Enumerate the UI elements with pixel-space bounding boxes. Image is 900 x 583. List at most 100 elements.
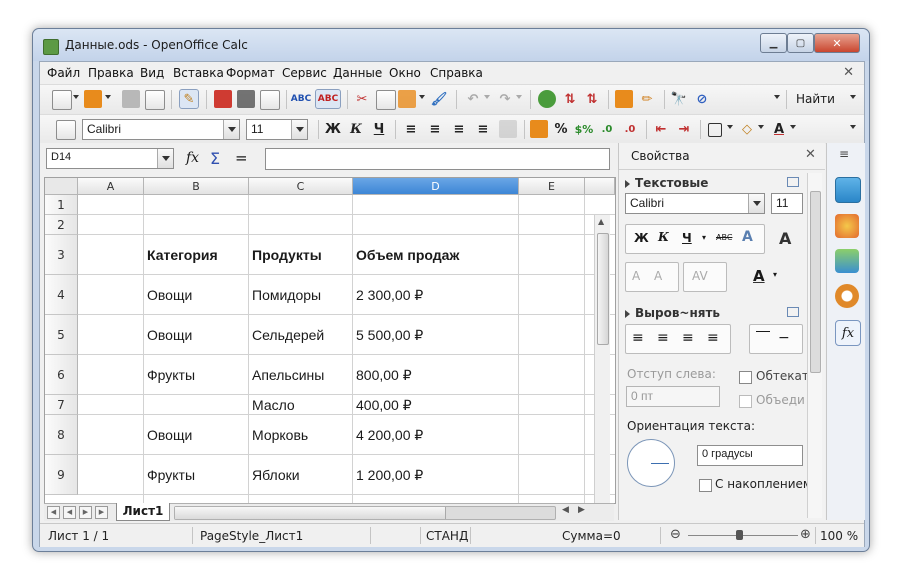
styles-deck-icon[interactable] (835, 214, 859, 238)
sidebar-align-right-icon[interactable]: ≡ (682, 330, 694, 346)
save-icon[interactable] (122, 90, 140, 108)
increase-indent-icon[interactable]: ⇥ (675, 120, 693, 138)
sidebar-scrollbar[interactable] (807, 173, 822, 518)
chevron-down-icon[interactable] (748, 194, 764, 213)
function-wizard-icon[interactable]: fx (186, 150, 199, 166)
standard-format-icon[interactable]: $% (575, 120, 594, 138)
chevron-down-icon[interactable] (157, 149, 173, 168)
stacked-checkbox[interactable] (699, 479, 712, 492)
status-mode[interactable]: СТАНД (426, 529, 468, 543)
scroll-right-icon[interactable]: ▶ (578, 505, 585, 515)
cell-b7[interactable] (144, 395, 248, 415)
menu-help[interactable]: Справка (430, 66, 483, 80)
chevron-down-icon[interactable] (850, 95, 856, 99)
row-header-5[interactable]: 5 (45, 315, 78, 355)
document-close-icon[interactable]: ✕ (843, 65, 854, 80)
vertical-scrollbar[interactable]: ▲ ▼ (594, 215, 610, 520)
sidebar-font-size-combo[interactable]: 11 (771, 193, 803, 214)
row-header-7[interactable]: 7 (45, 395, 78, 415)
cell-b6[interactable]: Фрукты (144, 355, 248, 395)
cell-d6[interactable]: 800,00 ₽ (353, 355, 518, 395)
formula-input[interactable] (265, 148, 610, 170)
align-left-icon[interactable]: ≡ (402, 120, 420, 138)
undo-icon[interactable]: ↶ (464, 90, 482, 108)
underline-button[interactable]: Ч (370, 120, 388, 138)
sidebar-scroll-thumb[interactable] (810, 191, 821, 373)
zoom-in-icon[interactable]: ⊕ (800, 527, 811, 542)
column-header-b[interactable]: B (144, 178, 249, 195)
sidebar-align-center-icon[interactable]: ≡ (657, 330, 669, 346)
borders-icon[interactable] (708, 123, 722, 137)
prev-sheet-icon[interactable]: ◀ (63, 506, 76, 519)
toolbar-overflow-icon[interactable] (774, 95, 780, 99)
chevron-down-icon[interactable] (419, 95, 425, 99)
autospellcheck-icon[interactable]: ABC (315, 89, 341, 109)
vertical-scroll-thumb[interactable] (597, 233, 609, 345)
zoom-slider-thumb[interactable] (736, 530, 743, 540)
scroll-left-icon[interactable]: ◀ (562, 505, 569, 515)
font-size-combo[interactable]: 11 (246, 119, 308, 140)
align-center-icon[interactable]: ≡ (426, 120, 444, 138)
sheet-tab[interactable]: Лист1 (116, 503, 170, 521)
collapse-icon[interactable] (625, 179, 630, 188)
first-sheet-icon[interactable]: ◀ (47, 506, 60, 519)
zoom-out-icon[interactable]: ⊖ (670, 527, 681, 542)
function-equals-icon[interactable]: = (235, 149, 248, 167)
column-header-c[interactable]: C (249, 178, 353, 195)
row-header-3[interactable]: 3 (45, 235, 78, 275)
cell-c3[interactable]: Продукты (249, 235, 352, 275)
print-preview-icon[interactable] (260, 90, 280, 110)
cut-icon[interactable]: ✂ (353, 90, 371, 108)
sidebar-underline-button[interactable]: Ч (682, 231, 692, 245)
cell-d7[interactable]: 400,00 ₽ (353, 395, 518, 415)
orientation-degrees-input[interactable]: 0 градусы (697, 445, 803, 466)
select-all-corner[interactable] (45, 178, 78, 195)
status-zoom[interactable]: 100 % (820, 529, 858, 543)
sidebar-italic-button[interactable]: К (658, 230, 669, 244)
edit-mode-icon[interactable]: ✎ (179, 89, 199, 109)
chevron-down-icon[interactable]: ▾ (773, 270, 777, 279)
clone-format-icon[interactable]: 🖌 (430, 90, 448, 108)
scroll-up-icon[interactable]: ▲ (598, 217, 604, 226)
maximize-button[interactable]: ▢ (787, 33, 814, 53)
gallery-deck-icon[interactable] (835, 249, 859, 273)
cell-c4[interactable]: Помидоры (249, 275, 352, 315)
name-box[interactable]: D14 (46, 148, 174, 169)
character-spacing-icon[interactable]: AV (692, 269, 708, 283)
chevron-down-icon[interactable] (790, 125, 796, 129)
toolbar-overflow-icon[interactable] (850, 125, 856, 129)
chevron-down-icon[interactable] (223, 120, 239, 139)
cell-d8[interactable]: 4 200,00 ₽ (353, 415, 518, 455)
chevron-down-icon[interactable] (105, 95, 111, 99)
cell-b4[interactable]: Овощи (144, 275, 248, 315)
sidebar-close-icon[interactable]: ✕ (805, 147, 816, 162)
chart-icon[interactable] (615, 90, 633, 108)
merge-cells-icon[interactable] (499, 120, 517, 138)
last-sheet-icon[interactable]: ▶ (95, 506, 108, 519)
column-header-f[interactable] (585, 178, 615, 195)
cell-d4[interactable]: 2 300,00 ₽ (353, 275, 518, 315)
column-header-e[interactable]: E (519, 178, 585, 195)
align-top-icon[interactable]: ⎺ (756, 330, 770, 346)
email-icon[interactable] (145, 90, 165, 110)
properties-deck-icon[interactable] (835, 177, 861, 203)
add-decimal-icon[interactable]: .0 (598, 120, 616, 138)
italic-button[interactable]: К (347, 120, 365, 138)
table-row[interactable] (78, 195, 615, 215)
shrink-font-icon[interactable]: A (654, 269, 662, 283)
next-sheet-icon[interactable]: ▶ (79, 506, 92, 519)
background-color-icon[interactable]: ◇ (738, 120, 756, 138)
shadow-icon[interactable]: A (742, 229, 753, 245)
spellcheck-icon[interactable]: ABC (291, 90, 311, 108)
chevron-down-icon[interactable] (727, 125, 733, 129)
alignment-section-header[interactable]: Выров~нять (625, 306, 720, 320)
font-name-combo[interactable]: Calibri (82, 119, 240, 140)
menu-view[interactable]: Вид (140, 66, 164, 80)
menu-edit[interactable]: Правка (88, 66, 134, 80)
zoom-slider[interactable] (688, 535, 798, 536)
justify-icon[interactable]: ≡ (474, 120, 492, 138)
more-options-icon[interactable] (787, 177, 799, 187)
strikethrough-icon[interactable]: ABC (716, 233, 732, 242)
decrease-indent-icon[interactable]: ⇤ (652, 120, 670, 138)
percent-format-button[interactable]: % (552, 120, 570, 138)
